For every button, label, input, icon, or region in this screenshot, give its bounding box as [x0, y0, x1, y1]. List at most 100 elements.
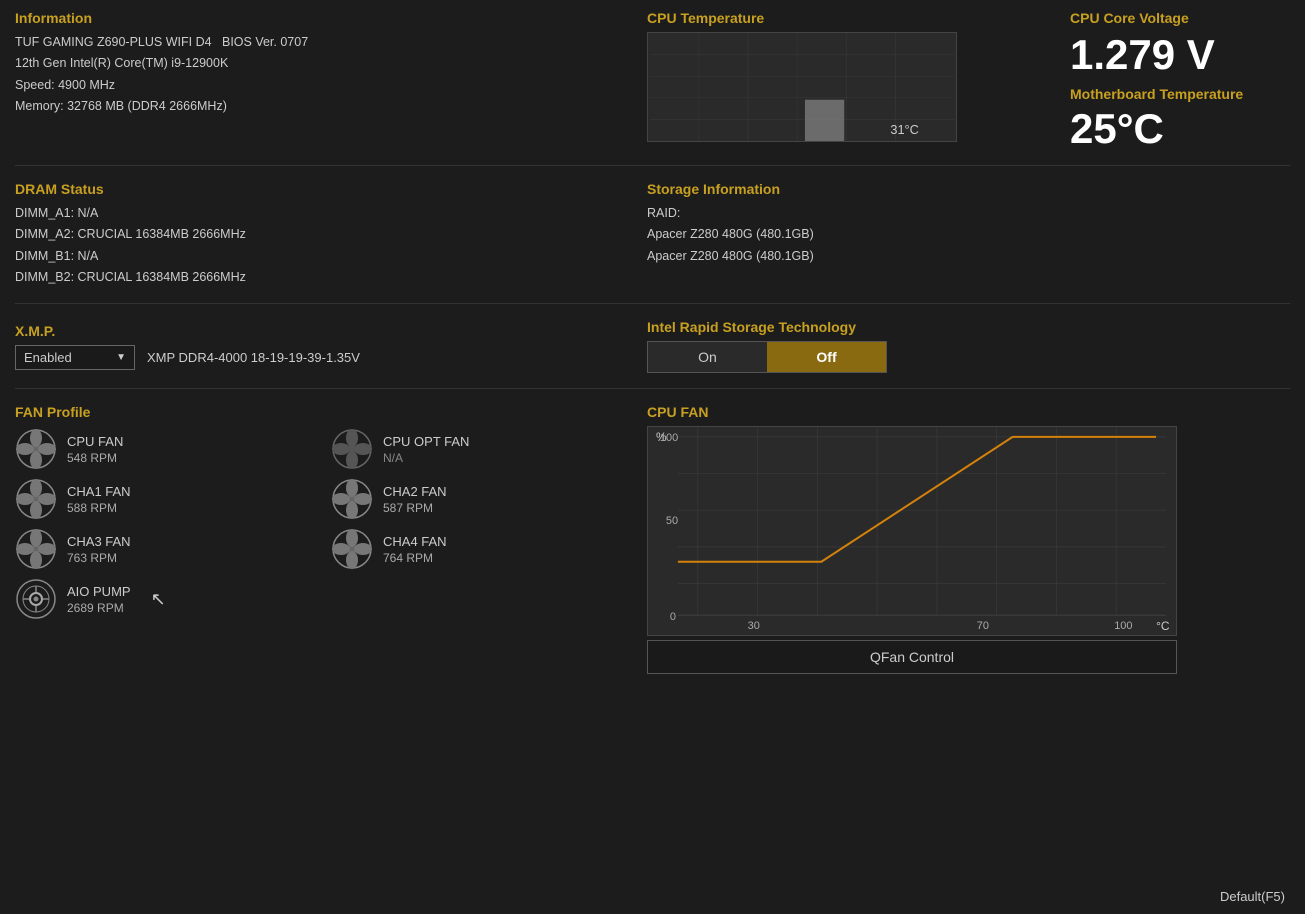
dram-section: DRAM Status DIMM_A1: N/A DIMM_A2: CRUCIA… — [15, 181, 627, 288]
list-item: CPU FAN 548 RPM — [15, 428, 311, 470]
dimm-b2-label: DIMM_B2: — [15, 270, 78, 284]
dimm-b2-value: CRUCIAL 16384MB 2666MHz — [78, 270, 246, 284]
fan-spin-icon-cha1 — [15, 478, 57, 520]
svg-text:°C: °C — [1156, 619, 1170, 633]
cpu-fan-chart-section: CPU FAN % °C — [627, 404, 1290, 674]
list-item: CHA4 FAN 764 RPM — [331, 528, 627, 570]
bios-text: BIOS Ver. 0707 — [222, 35, 308, 49]
xmp-profile-text: XMP DDR4-4000 18-19-19-39-1.35V — [147, 350, 360, 365]
xmp-title: X.M.P. — [15, 323, 627, 339]
svg-text:50: 50 — [666, 515, 678, 527]
storage-title: Storage Information — [647, 181, 1290, 197]
information-section: Information TUF GAMING Z690-PLUS WIFI D4… — [15, 10, 627, 150]
cpu-core-voltage-title: CPU Core Voltage — [1070, 10, 1290, 26]
middle-section: DRAM Status DIMM_A1: N/A DIMM_A2: CRUCIA… — [15, 181, 1290, 304]
dimm-a2: DIMM_A2: CRUCIAL 16384MB 2666MHz — [15, 224, 627, 245]
svg-text:100: 100 — [660, 432, 678, 444]
information-title: Information — [15, 10, 627, 26]
fan-rpm-aio: 2689 RPM — [67, 601, 131, 615]
main-container: Information TUF GAMING Z690-PLUS WIFI D4… — [0, 0, 1305, 914]
fan-spin-icon-cha2 — [331, 478, 373, 520]
fan-spin-icon-cha4 — [331, 528, 373, 570]
fan-rpm-cpu-opt: N/A — [383, 451, 469, 465]
dimm-a2-value: CRUCIAL 16384MB 2666MHz — [78, 227, 246, 241]
irst-toggle: On Off — [647, 341, 887, 373]
xmp-controls: Enabled ▼ XMP DDR4-4000 18-19-19-39-1.35… — [15, 345, 627, 370]
fan-spin-icon-cha3 — [15, 528, 57, 570]
fan-name-cpu-opt: CPU OPT FAN — [383, 433, 469, 451]
chevron-down-icon: ▼ — [116, 352, 126, 363]
xmp-left: X.M.P. Enabled ▼ XMP DDR4-4000 18-19-19-… — [15, 323, 627, 370]
model-text: TUF GAMING Z690-PLUS WIFI D4 — [15, 35, 212, 49]
qfan-control-button[interactable]: QFan Control — [647, 640, 1177, 674]
cpu-core-voltage-value: 1.279 V — [1070, 34, 1290, 76]
fan-rpm-cha4: 764 RPM — [383, 551, 447, 565]
pump-icon — [15, 578, 57, 620]
svg-text:30: 30 — [748, 620, 760, 632]
dimm-a1: DIMM_A1: N/A — [15, 203, 627, 224]
fan-rpm-cha1: 588 RPM — [67, 501, 131, 515]
drive-2: Apacer Z280 480G (480.1GB) — [647, 246, 1290, 267]
fan-name-cha4: CHA4 FAN — [383, 533, 447, 551]
cpu-fan-chart-container: % °C — [647, 426, 1290, 674]
svg-text:100: 100 — [1114, 620, 1132, 632]
cpu-stats-section: CPU Temperature — [627, 10, 1290, 150]
fan-profile-title: FAN Profile — [15, 404, 627, 420]
top-section: Information TUF GAMING Z690-PLUS WIFI D4… — [15, 10, 1290, 166]
xmp-dropdown-value: Enabled — [24, 350, 72, 365]
fan-profile-section: FAN Profile CPU FAN 548 RPM — [15, 404, 627, 674]
cpu-fan-chart: % °C — [647, 426, 1177, 636]
xmp-section: X.M.P. Enabled ▼ XMP DDR4-4000 18-19-19-… — [15, 319, 1290, 389]
mb-temp-value: 25°C — [1070, 108, 1290, 150]
speed-line: Speed: 4900 MHz — [15, 75, 627, 96]
fan-rpm-cha2: 587 RPM — [383, 501, 447, 515]
fan-name-cpu: CPU FAN — [67, 433, 123, 451]
fan-name-cha1: CHA1 FAN — [67, 483, 131, 501]
raid-label: RAID: — [647, 203, 1290, 224]
cpu-temp-title: CPU Temperature — [647, 10, 1040, 26]
cursor-indicator: ↖ — [151, 589, 166, 610]
fan-rpm-cpu: 548 RPM — [67, 451, 123, 465]
irst-section: Intel Rapid Storage Technology On Off — [627, 319, 1290, 373]
fan-rpm-cha3: 763 RPM — [67, 551, 131, 565]
fan-grid: CPU FAN 548 RPM CPU OPT FA — [15, 428, 627, 570]
svg-text:70: 70 — [977, 620, 989, 632]
svg-text:0: 0 — [670, 611, 676, 623]
fan-name-cha2: CHA2 FAN — [383, 483, 447, 501]
irst-off-button[interactable]: Off — [767, 342, 886, 372]
dimm-a1-label: DIMM_A1: — [15, 206, 78, 220]
drive-1: Apacer Z280 480G (480.1GB) — [647, 224, 1290, 245]
list-item: CHA3 FAN 763 RPM — [15, 528, 311, 570]
dram-title: DRAM Status — [15, 181, 627, 197]
xmp-dropdown[interactable]: Enabled ▼ — [15, 345, 135, 370]
cpu-line: 12th Gen Intel(R) Core(TM) i9-12900K — [15, 53, 627, 74]
dimm-a2-label: DIMM_A2: — [15, 227, 78, 241]
mb-temp-title: Motherboard Temperature — [1070, 86, 1290, 102]
fan-spin-icon-opt — [331, 428, 373, 470]
fan-spin-icon — [15, 428, 57, 470]
dimm-a1-value: N/A — [78, 206, 99, 220]
cpu-fan-title: CPU FAN — [647, 404, 1290, 420]
dimm-b1-label: DIMM_B1: — [15, 249, 78, 263]
memory-line: Memory: 32768 MB (DDR4 2666MHz) — [15, 96, 627, 117]
cpu-temp-chart: 31°C — [647, 32, 957, 142]
dimm-b1-value: N/A — [78, 249, 99, 263]
model-bios-line: TUF GAMING Z690-PLUS WIFI D4 BIOS Ver. 0… — [15, 32, 627, 53]
default-button[interactable]: Default(F5) — [1220, 889, 1285, 904]
fan-name-cha3: CHA3 FAN — [67, 533, 131, 551]
list-item: CHA1 FAN 588 RPM — [15, 478, 311, 520]
cpu-temp-block: CPU Temperature — [647, 10, 1040, 142]
svg-text:31°C: 31°C — [890, 122, 919, 137]
cpu-temp-and-voltage: CPU Temperature — [647, 10, 1290, 150]
irst-on-button[interactable]: On — [648, 342, 767, 372]
dimm-b2: DIMM_B2: CRUCIAL 16384MB 2666MHz — [15, 267, 627, 288]
list-item: AIO PUMP 2689 RPM ↖ — [15, 578, 627, 620]
list-item: CHA2 FAN 587 RPM — [331, 478, 627, 520]
fan-name-aio: AIO PUMP — [67, 583, 131, 601]
dimm-b1: DIMM_B1: N/A — [15, 246, 627, 267]
fan-chart-svg: % °C — [648, 427, 1176, 635]
cpu-voltage-block: CPU Core Voltage 1.279 V Motherboard Tem… — [1070, 10, 1290, 150]
fan-section: FAN Profile CPU FAN 548 RPM — [15, 404, 1290, 674]
cpu-chart-svg: 31°C — [648, 33, 956, 141]
list-item: CPU OPT FAN N/A — [331, 428, 627, 470]
